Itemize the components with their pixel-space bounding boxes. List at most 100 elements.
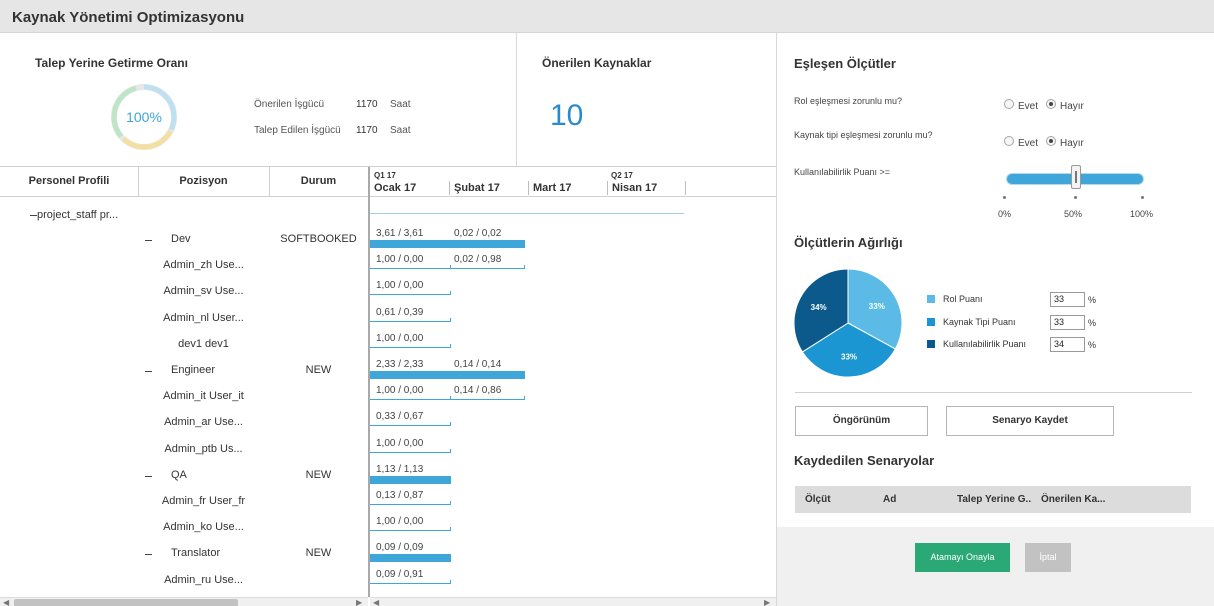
slider-tick-label: 100% xyxy=(1130,209,1154,219)
type-match-yes-label[interactable]: Evet xyxy=(1018,138,1038,149)
col-name[interactable]: Ad xyxy=(883,494,896,505)
page-title: Kaynak Yönetimi Optimizasyonu xyxy=(12,9,245,26)
allocation-value: 1,00 / 0,00 xyxy=(376,516,424,527)
scrollbar-thumb[interactable] xyxy=(14,599,238,606)
collapse-icon[interactable] xyxy=(145,371,152,372)
position-name: Engineer xyxy=(171,364,216,376)
collapse-icon[interactable] xyxy=(145,554,152,555)
save-scenario-button[interactable]: Senaryo Kaydet xyxy=(946,406,1114,436)
requested-labor-label: Talep Edilen İşgücü xyxy=(254,125,341,136)
slider-tick-label: 0% xyxy=(998,209,1012,219)
fulfillment-title: Talep Yerine Getirme Oranı xyxy=(35,56,188,70)
type-match-question: Kaynak tipi eşleşmesi zorunlu mu? xyxy=(794,130,933,140)
allocation-bar xyxy=(370,240,525,248)
position-name: Dev xyxy=(171,233,191,245)
allocation-value: 1,00 / 0,00 xyxy=(376,254,424,265)
allocation-line xyxy=(370,583,451,584)
status-label: NEW xyxy=(305,364,332,376)
slider-tick xyxy=(1003,196,1006,199)
timeline-month: Şubat 17 xyxy=(449,181,528,195)
role-match-yes-label[interactable]: Evet xyxy=(1018,101,1038,112)
col-header-position[interactable]: Pozisyon xyxy=(138,167,269,197)
allocation-tick xyxy=(450,265,451,269)
collapse-icon[interactable] xyxy=(145,240,152,241)
type-match-yes-radio[interactable] xyxy=(1004,136,1014,146)
position-name: QA xyxy=(171,469,187,481)
allocation-line xyxy=(370,321,451,322)
main-panel: Talep Yerine Getirme Oranı 100% Önerilen… xyxy=(0,33,776,606)
allocation-tick xyxy=(450,449,451,453)
allocation-tick xyxy=(450,527,451,531)
allocation-tick xyxy=(450,501,451,505)
allocation-value: 2,33 / 2,33 xyxy=(376,359,424,370)
fulfillment-donut: 100% xyxy=(111,84,177,150)
resource-name[interactable]: Admin_sv Use... xyxy=(138,285,269,297)
scroll-left-icon[interactable]: ◀ xyxy=(3,598,9,606)
resource-name[interactable]: Admin_ptb Us... xyxy=(138,443,269,455)
requested-labor-value: 1170 xyxy=(356,125,378,136)
recommended-labor-value: 1170 xyxy=(356,99,378,110)
col-recommended[interactable]: Önerilen Ka... xyxy=(1041,494,1105,505)
col-header-profile[interactable]: Personel Profili xyxy=(0,167,138,197)
resource-name[interactable]: Admin_nl User... xyxy=(138,312,269,324)
availability-weight-unit: % xyxy=(1088,340,1097,350)
role-weight-unit: % xyxy=(1088,295,1097,305)
allocation-line xyxy=(370,504,451,505)
allocation-value: 1,00 / 0,00 xyxy=(376,385,424,396)
timeline-month: Mart 17 xyxy=(528,181,607,195)
resource-name[interactable]: Admin_zh Use... xyxy=(138,259,269,271)
horizontal-scrollbar-left[interactable]: ◀ ▶ xyxy=(0,597,368,606)
resource-name[interactable]: Admin_ru Use... xyxy=(138,574,269,586)
slider-handle[interactable] xyxy=(1071,165,1081,189)
collapse-icon[interactable] xyxy=(145,476,152,477)
scroll-right-icon[interactable]: ▶ xyxy=(764,598,770,606)
resource-name[interactable]: Admin_ar Use... xyxy=(138,416,269,428)
section-divider xyxy=(795,392,1192,393)
horizontal-scrollbar-timeline[interactable]: ◀ ▶ xyxy=(370,597,776,606)
criteria-title: Eşleşen Ölçütler xyxy=(794,56,896,71)
preview-button[interactable]: Öngörünüm xyxy=(795,406,928,436)
type-match-no-label[interactable]: Hayır xyxy=(1060,138,1084,149)
scroll-left-icon[interactable]: ◀ xyxy=(373,598,379,606)
role-match-no-label[interactable]: Hayır xyxy=(1060,101,1084,112)
scroll-right-icon[interactable]: ▶ xyxy=(356,598,362,606)
summary-divider xyxy=(516,33,517,166)
allocation-tick xyxy=(450,396,451,400)
timeline-divider xyxy=(368,167,370,597)
role-match-yes-radio[interactable] xyxy=(1004,99,1014,109)
allocation-tick xyxy=(450,291,451,295)
confirm-assignment-button[interactable]: Atamayı Onayla xyxy=(915,543,1010,572)
resource-name[interactable]: Admin_ko Use... xyxy=(138,521,269,533)
availability-label: Kullanılabilirlik Puanı >= xyxy=(794,167,891,177)
legend-label-resource-type: Kaynak Tipi Puanı xyxy=(943,317,1016,327)
allocation-value: 0,02 / 0,98 xyxy=(454,254,502,265)
col-header-status[interactable]: Durum xyxy=(269,167,368,197)
col-criteria[interactable]: Ölçüt xyxy=(805,494,831,505)
type-match-no-radio[interactable] xyxy=(1046,136,1056,146)
allocation-value: 0,14 / 0,86 xyxy=(454,385,502,396)
allocation-tick xyxy=(450,580,451,584)
allocation-value: 0,02 / 0,02 xyxy=(454,228,502,239)
allocation-value: 0,09 / 0,91 xyxy=(376,569,424,580)
availability-weight-input[interactable]: 34 xyxy=(1050,337,1085,352)
col-fulfillment[interactable]: Talep Yerine G.. xyxy=(957,494,1031,505)
cancel-button[interactable]: İptal xyxy=(1025,543,1071,572)
resource-name[interactable]: dev1 dev1 xyxy=(138,338,269,350)
recommended-labor-unit: Saat xyxy=(390,99,411,110)
legend-swatch-availability xyxy=(927,340,935,348)
role-weight-input[interactable]: 33 xyxy=(1050,292,1085,307)
resource-type-weight-input[interactable]: 33 xyxy=(1050,315,1085,330)
title-bar: Kaynak Yönetimi Optimizasyonu xyxy=(0,0,1214,33)
collapse-icon[interactable] xyxy=(30,215,37,216)
resource-name[interactable]: Admin_it User_it xyxy=(138,390,269,402)
allocation-tick xyxy=(450,344,451,348)
allocation-value: 0,13 / 0,87 xyxy=(376,490,424,501)
allocation-bar xyxy=(370,476,451,484)
role-match-no-radio[interactable] xyxy=(1046,99,1056,109)
legend-swatch-role xyxy=(927,295,935,303)
requested-labor-unit: Saat xyxy=(390,125,411,136)
pie-label-role: 33% xyxy=(869,302,885,311)
allocation-value: 0,14 / 0,14 xyxy=(454,359,502,370)
resource-name[interactable]: Admin_fr User_fr xyxy=(138,495,269,507)
allocation-value: 1,00 / 0,00 xyxy=(376,333,424,344)
